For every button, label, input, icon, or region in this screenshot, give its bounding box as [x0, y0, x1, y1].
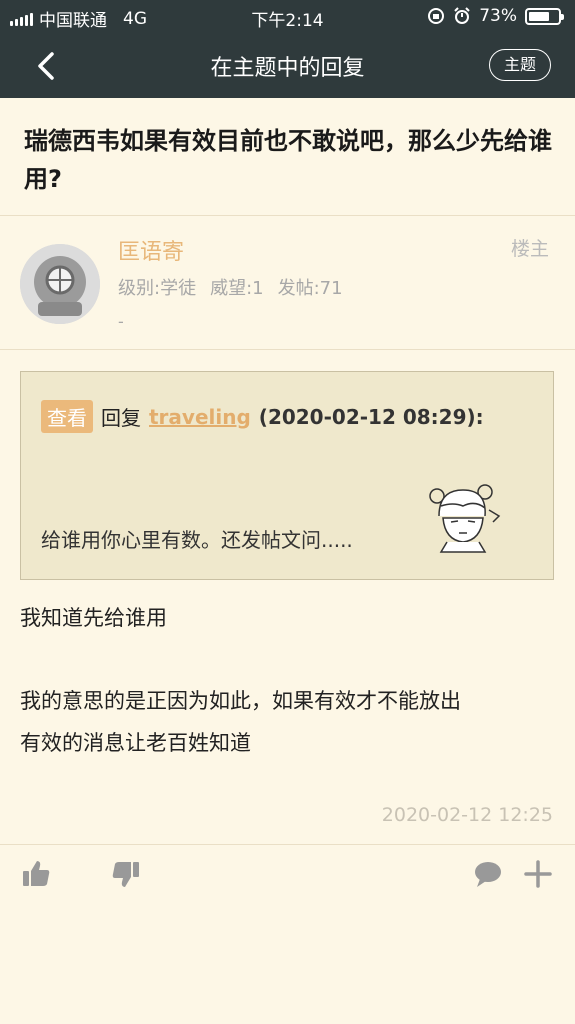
thread-title: 瑞德西韦如果有效目前也不敢说吧，那么少先给谁用? [24, 127, 552, 193]
quote-time: (2020-02-12 08:29): [258, 404, 484, 429]
divider [0, 215, 575, 216]
quote-header: 查看 回复 traveling (2020-02-12 08:29): [41, 400, 484, 433]
battery-percent: 73% [479, 6, 517, 26]
avatar[interactable] [20, 244, 100, 324]
plus-icon[interactable] [522, 858, 554, 890]
post-text-line: 我知道先给谁用 [20, 606, 167, 630]
alarm-icon [454, 7, 470, 24]
thumbs-down-icon[interactable] [110, 858, 142, 890]
post-timestamp: 2020-02-12 12:25 [381, 804, 553, 826]
comment-icon[interactable] [472, 858, 504, 890]
topic-button[interactable]: 主题 [489, 49, 551, 81]
author-signature: - [118, 312, 124, 331]
divider [0, 349, 575, 350]
view-badge[interactable]: 查看 [41, 400, 93, 433]
post-text-line: 我的意思的是正因为如此，如果有效才不能放出 [20, 689, 461, 713]
status-right: 73% [427, 6, 564, 26]
reply-word: 回复 [101, 406, 141, 430]
nav-bar: 在主题中的回复 主题 [0, 32, 575, 98]
thumbs-up-icon[interactable] [20, 858, 52, 890]
orientation-lock-icon [428, 8, 445, 24]
quote-box: 查看 回复 traveling (2020-02-12 08:29): 给谁用你… [20, 371, 554, 580]
divider [0, 844, 575, 845]
author-level: 级别:学徒 [118, 278, 197, 299]
post-text-line: 有效的消息让老百姓知道 [20, 731, 251, 755]
quoted-user-link[interactable]: traveling [149, 405, 251, 429]
floor-label: 楼主 [510, 238, 549, 260]
author-name[interactable]: 匡语寄 [118, 234, 184, 266]
battery-icon [525, 7, 564, 25]
diving-helmet-icon [20, 244, 100, 324]
quote-text: 给谁用你心里有数。还发帖文问..... [41, 528, 353, 552]
status-bar: 中国联通 4G 下午2:14 73% [0, 0, 575, 32]
battery-fill [529, 11, 550, 21]
author-prestige: 威望:1 [210, 278, 264, 299]
anime-girl-sticker-icon [429, 484, 501, 553]
author-posts: 发帖:71 [277, 278, 343, 299]
author-meta: 级别:学徒 威望:1 发帖:71 [118, 274, 343, 300]
